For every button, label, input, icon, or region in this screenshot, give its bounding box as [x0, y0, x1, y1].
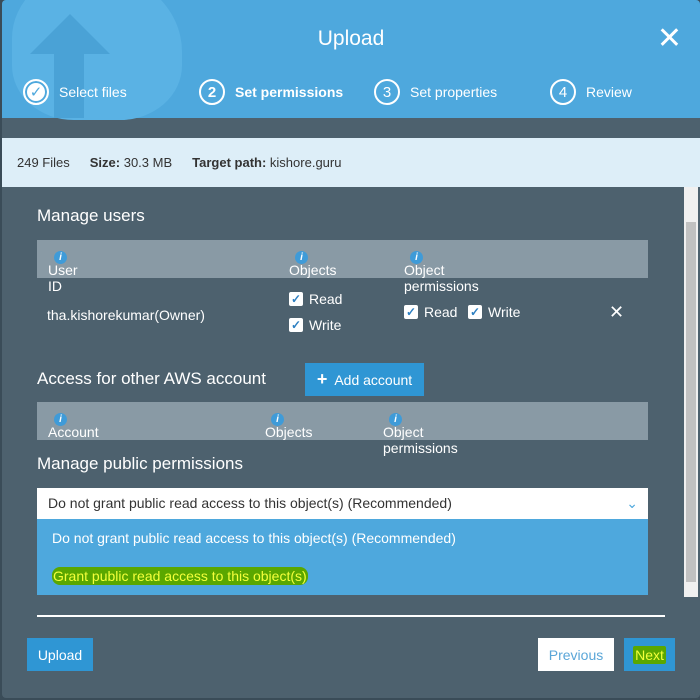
users-table-header: User ID i Objects i Object permissions i — [37, 240, 648, 294]
step-number: 4 — [550, 79, 576, 105]
file-count: 249 Files — [17, 155, 70, 170]
step-label: Set properties — [410, 84, 498, 100]
permissions-write-checkbox[interactable]: ✓ Write — [468, 304, 520, 320]
column-user-id: User ID — [48, 262, 78, 294]
next-label: Next — [633, 645, 666, 664]
accounts-table-header: Account i Objects i Object permissions i — [37, 402, 648, 456]
public-permissions-select[interactable]: Do not grant public read access to this … — [37, 488, 648, 519]
checkbox-checked-icon: ✓ — [468, 305, 482, 319]
add-account-button[interactable]: + Add account — [305, 363, 424, 396]
permissions-read-checkbox[interactable]: ✓ Read — [404, 304, 457, 320]
step-label: Set permissions — [235, 84, 344, 100]
divider — [37, 615, 665, 617]
step-number: 3 — [374, 79, 400, 105]
checkbox-checked-icon: ✓ — [404, 305, 418, 319]
step-label: Select files — [59, 84, 127, 100]
dialog-title: Upload — [317, 27, 385, 50]
option-grant-public-read[interactable]: Grant public read access to this object(… — [52, 567, 308, 585]
option-do-not-grant[interactable]: Do not grant public read access to this … — [52, 530, 456, 546]
plus-icon: + — [316, 369, 328, 389]
step-set-permissions[interactable]: 2 Set permissions — [199, 79, 343, 105]
checkbox-checked-icon: ✓ — [289, 292, 303, 306]
selected-value: Do not grant public read access to this … — [48, 495, 452, 511]
target-path-label: Target path: — [192, 155, 267, 170]
dialog-header: Upload ✕ ✓ Select files 2 Set permissions … — [2, 0, 700, 120]
upload-summary: 249 Files Size: 30.3 MB Target path: kis… — [2, 138, 700, 187]
checkbox-checked-icon: ✓ — [289, 318, 303, 332]
previous-button[interactable]: Previous — [538, 638, 614, 671]
step-review[interactable]: 4 Review — [550, 79, 632, 105]
checkbox-label: Read — [424, 304, 458, 320]
target-path-value: kishore.guru — [269, 155, 342, 170]
other-account-title: Access for other AWS account — [37, 369, 266, 388]
upload-dialog: Upload ✕ ✓ Select files 2 Set permissions … — [2, 0, 700, 698]
size-label: Size: — [89, 155, 121, 170]
scrollbar[interactable] — [684, 187, 698, 597]
manage-users-title: Manage users — [37, 206, 145, 225]
add-account-label: Add account — [334, 371, 413, 388]
column-account: Account — [48, 424, 99, 440]
size-value: 30.3 MB — [123, 155, 173, 170]
public-permissions-dropdown: Do not grant public read access to this … — [37, 519, 648, 595]
objects-read-checkbox[interactable]: ✓ Read — [289, 291, 342, 307]
close-icon[interactable]: ✕ — [657, 24, 682, 54]
scrollbar-thumb[interactable] — [686, 222, 696, 582]
checkbox-label: Write — [488, 304, 521, 320]
objects-write-checkbox[interactable]: ✓ Write — [289, 317, 341, 333]
step-select-files[interactable]: ✓ Select files — [23, 79, 127, 105]
public-permissions-title: Manage public permissions — [37, 454, 243, 473]
step-set-properties[interactable]: 3 Set properties — [374, 79, 497, 105]
column-object-permissions: Object permissions — [383, 424, 458, 456]
user-id: tha.kishorekumar(Owner) — [47, 307, 205, 323]
check-icon: ✓ — [23, 79, 49, 105]
next-button[interactable]: Next — [624, 638, 675, 671]
step-label: Review — [586, 84, 632, 100]
upload-button[interactable]: Upload — [27, 638, 93, 671]
column-objects: Objects — [265, 424, 313, 440]
step-number: 2 — [199, 79, 225, 105]
chevron-down-icon: ⌄ — [626, 495, 638, 511]
remove-user-icon[interactable]: ✕ — [609, 302, 624, 323]
column-objects: Objects — [289, 262, 337, 278]
checkbox-label: Read — [309, 291, 343, 307]
column-object-permissions: Object permissions — [404, 262, 479, 294]
checkbox-label: Write — [309, 317, 342, 333]
